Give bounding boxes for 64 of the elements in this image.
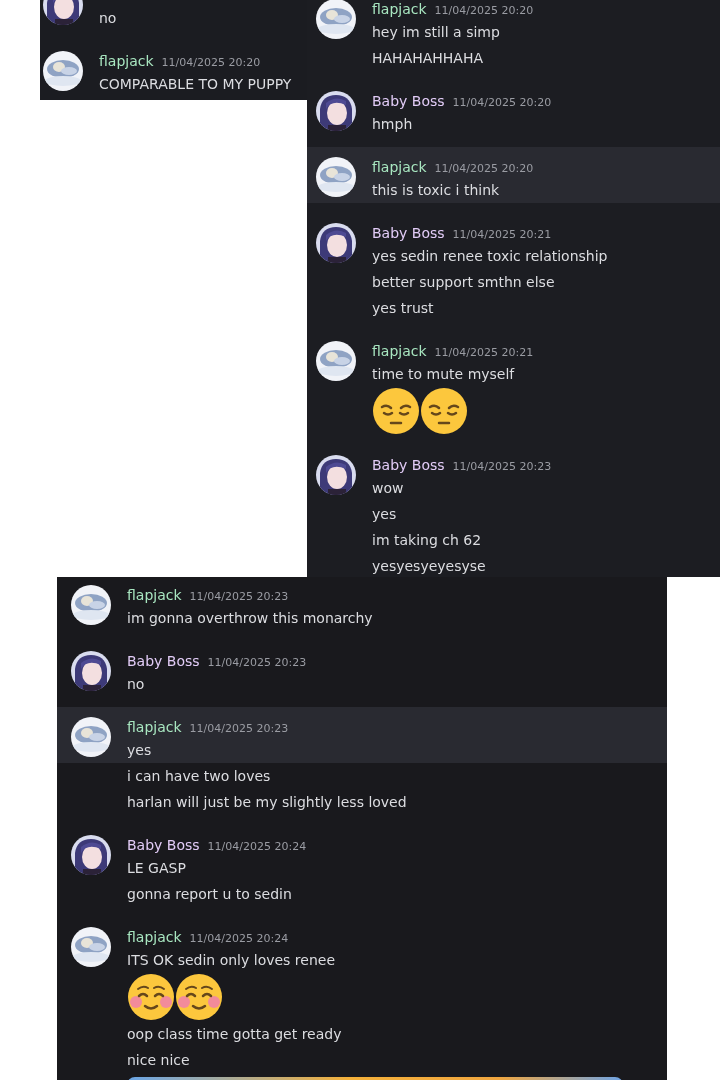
timestamp: 11/04/2025 20:23 <box>189 589 289 605</box>
author-name[interactable]: Baby Boss <box>372 91 445 111</box>
avatar <box>316 0 356 39</box>
author-name[interactable]: flapjack <box>372 341 427 361</box>
message-text: this is toxic i think <box>372 181 501 200</box>
message-text: no <box>127 675 146 694</box>
message-text: yes <box>127 741 153 760</box>
blushing-face-icon <box>175 973 223 1021</box>
author-name[interactable]: flapjack <box>99 51 154 71</box>
timestamp: 11/04/2025 20:21 <box>434 345 534 361</box>
timestamp: 11/04/2025 20:24 <box>207 839 307 855</box>
timestamp: 11/04/2025 20:24 <box>189 931 289 947</box>
timestamp: 11/04/2025 20:20 <box>452 95 552 111</box>
author-name[interactable]: Baby Boss <box>372 223 445 243</box>
avatar <box>316 223 356 263</box>
message-text: time to mute myself <box>372 365 516 384</box>
avatar <box>71 927 111 967</box>
timestamp: 11/04/2025 20:20 <box>161 55 261 71</box>
timestamp: 11/04/2025 20:23 <box>207 655 307 671</box>
message-text: yes <box>372 505 398 524</box>
message-text: wow <box>372 479 405 498</box>
pensive-face-icon <box>372 387 420 435</box>
message-text: COMPARABLE TO MY PUPPY <box>99 75 293 94</box>
message-text: LE GASP <box>127 859 187 878</box>
author-name[interactable]: Baby Boss <box>127 651 200 671</box>
author-name[interactable]: flapjack <box>127 585 182 605</box>
author-name[interactable]: flapjack <box>127 717 182 737</box>
message-text: hey im still a simp <box>372 23 501 42</box>
timestamp: 11/04/2025 20:23 <box>452 459 552 475</box>
message-text: im gonna overthrow this monarchy <box>127 609 374 628</box>
avatar <box>43 51 83 91</box>
author-name[interactable]: flapjack <box>127 927 182 947</box>
message-text: nice nice <box>127 1051 191 1070</box>
timestamp: 11/04/2025 20:20 <box>434 161 534 177</box>
pensive-face-icon <box>420 387 468 435</box>
message-text: harlan will just be my slightly less loved <box>127 793 408 812</box>
timestamp: 11/04/2025 20:21 <box>452 227 552 243</box>
message-text: yesyesyeyesyse <box>372 557 487 576</box>
avatar <box>71 835 111 875</box>
message-text: oop class time gotta get ready <box>127 1025 343 1044</box>
avatar <box>316 91 356 131</box>
author-name[interactable]: flapjack <box>372 0 427 19</box>
message-text: gonna report u to sedin <box>127 885 293 904</box>
avatar <box>71 717 111 757</box>
message-text: no <box>99 9 118 28</box>
timestamp: 11/04/2025 20:20 <box>434 3 534 19</box>
message-text: yes trust <box>372 299 435 318</box>
message-text: HAHAHAHHAHA <box>372 49 485 68</box>
message-text: i can have two loves <box>127 767 272 786</box>
message-text: ITS OK sedin only loves renee <box>127 951 336 970</box>
message-text: im taking ch 62 <box>372 531 483 550</box>
avatar <box>316 455 356 495</box>
message-text: yes sedin renee toxic relationship <box>372 247 609 266</box>
blushing-face-icon <box>127 973 175 1021</box>
avatar <box>71 585 111 625</box>
avatar <box>316 157 356 197</box>
avatar <box>316 341 356 381</box>
author-name[interactable]: Baby Boss <box>127 835 200 855</box>
timestamp: 11/04/2025 20:23 <box>189 721 289 737</box>
author-name[interactable]: flapjack <box>372 157 427 177</box>
message-text: hmph <box>372 115 414 134</box>
author-name[interactable]: Baby Boss <box>372 455 445 475</box>
message-text: better support smthn else <box>372 273 556 292</box>
avatar <box>71 651 111 691</box>
